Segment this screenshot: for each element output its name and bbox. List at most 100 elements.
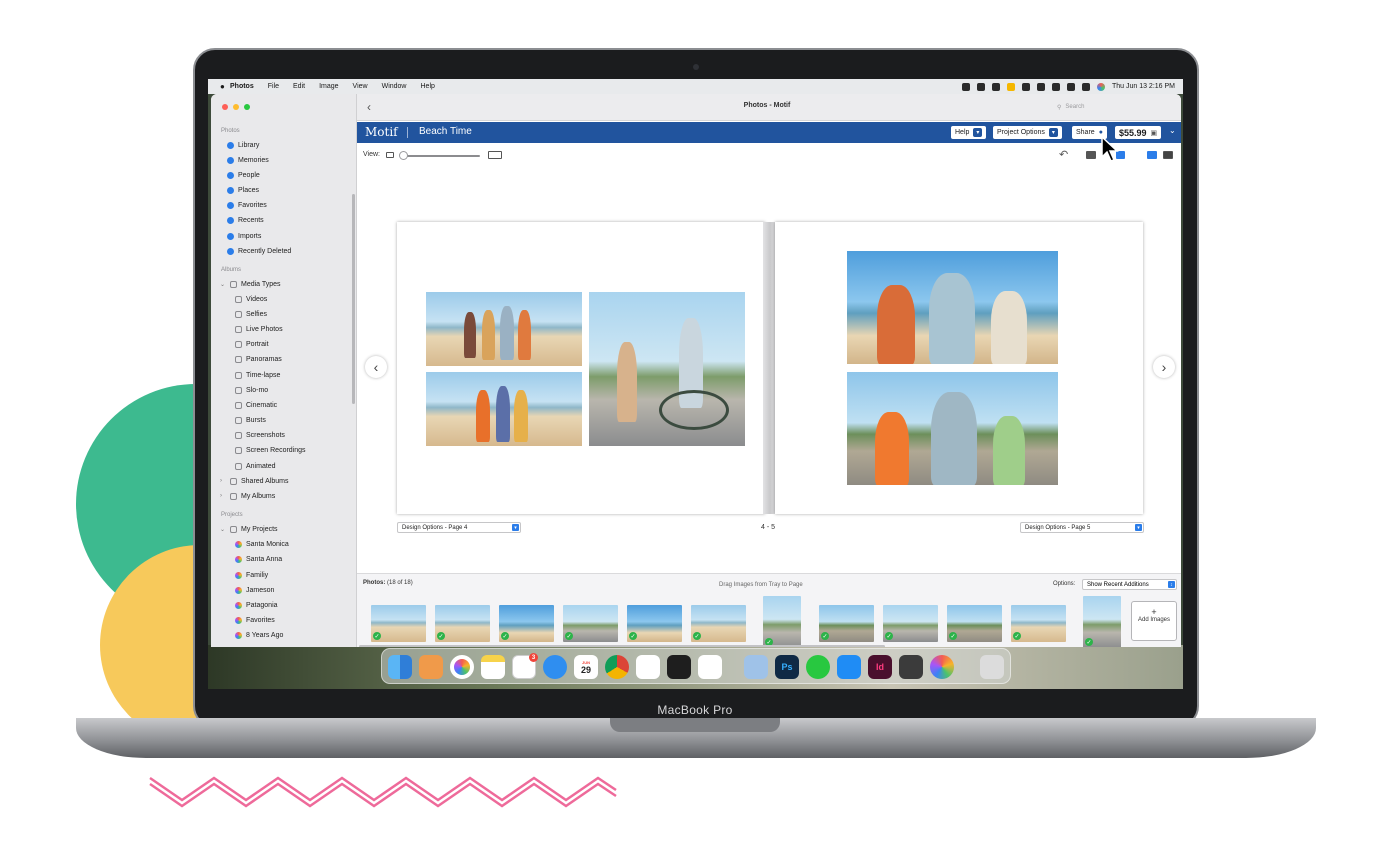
- sidebar-item-videos[interactable]: Videos: [235, 293, 267, 305]
- zoom-slider-knob[interactable]: [399, 151, 408, 160]
- sidebar-item-screenshots[interactable]: Screenshots: [235, 429, 285, 441]
- battery-icon[interactable]: [1036, 82, 1045, 91]
- menu-image[interactable]: Image: [319, 83, 338, 90]
- sidebar-item-portrait[interactable]: Portrait: [235, 338, 269, 350]
- sidebar-item-project-favorites[interactable]: Favorites: [235, 614, 275, 626]
- sidebar-item-panoramas[interactable]: Panoramas: [235, 353, 282, 365]
- previous-page-arrow[interactable]: ‹: [365, 356, 387, 378]
- add-page-icon[interactable]: [1086, 151, 1096, 159]
- app-store-icon[interactable]: [837, 655, 861, 679]
- sidebar-item-familiy[interactable]: Familiy: [235, 569, 268, 581]
- apple-menu-icon[interactable]: ●: [220, 82, 230, 91]
- tray-thumbnail[interactable]: ✓: [691, 605, 746, 642]
- sidebar-item-my-projects[interactable]: ⌄ My Projects: [220, 523, 278, 535]
- preview-icon[interactable]: [744, 655, 768, 679]
- chrome-icon[interactable]: [605, 655, 629, 679]
- indesign-icon[interactable]: Id: [868, 655, 892, 679]
- search-input[interactable]: ⚲ Search: [1057, 101, 1177, 113]
- sidebar-item-places[interactable]: Places: [227, 184, 259, 196]
- tray-thumbnail[interactable]: ✓: [947, 605, 1002, 642]
- photos-icon[interactable]: [450, 655, 474, 679]
- slack-icon[interactable]: [636, 655, 660, 679]
- wifi-icon[interactable]: [1051, 82, 1060, 91]
- sidebar-item-memories[interactable]: Memories: [227, 154, 269, 166]
- grid-view-icon[interactable]: [1163, 151, 1173, 159]
- vscode-icon[interactable]: [698, 655, 722, 679]
- zoom-slider[interactable]: [402, 155, 480, 157]
- single-view-icon[interactable]: [1147, 151, 1157, 159]
- sidebar-item-recently-deleted[interactable]: Recently Deleted: [227, 245, 291, 257]
- next-page-arrow[interactable]: ›: [1153, 356, 1175, 378]
- tray-thumbnail[interactable]: ✓: [499, 605, 554, 642]
- notes-icon[interactable]: [481, 655, 505, 679]
- sidebar-item-people[interactable]: People: [227, 169, 260, 181]
- zoom-button[interactable]: [244, 104, 250, 110]
- tray-thumbnail[interactable]: ✓: [563, 605, 618, 642]
- reminders-icon[interactable]: 3: [512, 653, 538, 679]
- tray-thumbnail[interactable]: ✓: [883, 605, 938, 642]
- status-icon[interactable]: [1021, 82, 1030, 91]
- small-page-icon[interactable]: [386, 152, 394, 158]
- status-icon[interactable]: [991, 82, 1000, 91]
- tray-scrollbar[interactable]: [359, 645, 885, 647]
- add-images-button[interactable]: + Add Images: [1131, 601, 1177, 641]
- control-center-icon[interactable]: [1081, 82, 1090, 91]
- sidebar-item-santa-anna[interactable]: Santa Anna: [235, 553, 282, 565]
- whatsapp-icon[interactable]: [806, 655, 830, 679]
- sidebar-item-8-years-ago[interactable]: 8 Years Ago: [235, 629, 283, 641]
- chevron-down-icon[interactable]: ⌄: [1169, 126, 1176, 135]
- back-button[interactable]: ‹: [367, 100, 371, 114]
- tray-thumbnail[interactable]: ✓: [1083, 596, 1121, 647]
- sidebar-item-imports[interactable]: Imports: [227, 230, 261, 242]
- tray-thumbnail[interactable]: ✓: [819, 605, 874, 642]
- minimize-button[interactable]: [233, 104, 239, 110]
- design-options-page-5-select[interactable]: Design Options - Page 5 ▾: [1020, 522, 1144, 533]
- sidebar-item-selfies[interactable]: Selfies: [235, 308, 267, 320]
- menu-view[interactable]: View: [353, 83, 368, 90]
- menu-clock[interactable]: Thu Jun 13 2:16 PM: [1112, 83, 1175, 90]
- tray-thumbnail[interactable]: ✓: [1011, 605, 1066, 642]
- tray-thumbnail[interactable]: ✓: [435, 605, 490, 642]
- tray-thumbnail[interactable]: ✓: [763, 596, 801, 647]
- safari-icon[interactable]: [543, 655, 567, 679]
- sidebar-item-shared-albums[interactable]: › Shared Albums: [220, 475, 288, 487]
- sidebar-item-jameson[interactable]: Jameson: [235, 584, 274, 596]
- book-page-4[interactable]: [397, 222, 765, 514]
- tray-thumbnail[interactable]: ✓: [627, 605, 682, 642]
- sidebar-item-my-albums[interactable]: › My Albums: [220, 490, 275, 502]
- book-photo[interactable]: [847, 372, 1058, 485]
- chevron-down-icon[interactable]: ⌄: [220, 281, 226, 288]
- sidebar-item-patagonia[interactable]: Patagonia: [235, 599, 278, 611]
- close-button[interactable]: [222, 104, 228, 110]
- sidebar-item-cinematic[interactable]: Cinematic: [235, 399, 277, 411]
- menu-window[interactable]: Window: [382, 83, 407, 90]
- menu-photos[interactable]: Photos: [230, 83, 254, 90]
- design-options-page-4-select[interactable]: Design Options - Page 4 ▾: [397, 522, 521, 533]
- menu-file[interactable]: File: [268, 83, 279, 90]
- sidebar-item-live-photos[interactable]: Live Photos: [235, 323, 283, 335]
- status-icon[interactable]: [976, 82, 985, 91]
- undo-icon[interactable]: ↶: [1059, 148, 1068, 161]
- calendar-icon[interactable]: JUN 29: [574, 655, 598, 679]
- sidebar-item-library[interactable]: Library: [227, 139, 259, 151]
- sidebar-scrollbar[interactable]: [352, 194, 355, 404]
- spread-view-icon[interactable]: [488, 151, 502, 159]
- menu-edit[interactable]: Edit: [293, 83, 305, 90]
- sublime-text-icon[interactable]: [899, 655, 923, 679]
- book-photo[interactable]: [426, 292, 582, 366]
- sidebar-item-bursts[interactable]: Bursts: [235, 414, 266, 426]
- book-photo[interactable]: [847, 251, 1058, 364]
- figma-icon[interactable]: [667, 655, 691, 679]
- search-icon[interactable]: [1066, 82, 1075, 91]
- launchpad-icon[interactable]: [419, 655, 443, 679]
- sidebar-item-slo-mo[interactable]: Slo-mo: [235, 384, 268, 396]
- book-photo[interactable]: [589, 292, 745, 446]
- status-icon[interactable]: [961, 82, 970, 91]
- status-icon[interactable]: [1006, 82, 1015, 91]
- book-page-5[interactable]: [775, 222, 1143, 514]
- menu-help[interactable]: Help: [421, 83, 435, 90]
- sidebar-item-recents[interactable]: Recents: [227, 214, 264, 226]
- chevron-down-icon[interactable]: ⌄: [220, 526, 226, 533]
- photoshop-icon[interactable]: Ps: [775, 655, 799, 679]
- sidebar-item-animated[interactable]: Animated: [235, 460, 276, 472]
